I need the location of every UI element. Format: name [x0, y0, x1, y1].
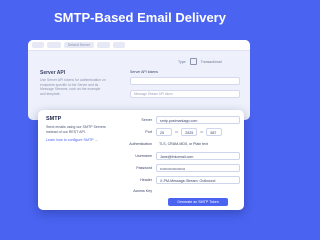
header-field[interactable]: X-PM-Message-Stream: Outbound: [156, 176, 240, 184]
header-row: Header X-PM-Message-Stream: Outbound: [116, 176, 240, 184]
username-field[interactable]: Jane@fmicenail.com: [156, 152, 240, 160]
port-row: Port 25 or 2525 or 587: [116, 128, 240, 136]
password-label: Password: [136, 166, 152, 170]
auth-value: TLS, CRAM-MD5, or Plain text: [159, 142, 208, 146]
server-api-description: Use Server API tokens for authentication…: [40, 78, 106, 96]
auth-row: Authentication TLS, CRAM-MD5, or Plain t…: [116, 140, 240, 148]
server-label: Server: [141, 118, 152, 122]
background-app-window: Default Server Type Transactional Server…: [28, 40, 250, 120]
topbar-cell[interactable]: [32, 42, 44, 48]
message-stream-token-input[interactable]: Message Stream API token: [130, 90, 240, 98]
topbar-cell[interactable]: [46, 42, 61, 48]
server-row: Server smtp.postmarkapp.com: [116, 116, 240, 124]
port-field-3[interactable]: 587: [206, 128, 223, 136]
app-topbar: Default Server: [28, 40, 250, 51]
type-label: Type: [178, 59, 186, 64]
page-title: SMTP-Based Email Delivery: [54, 10, 226, 25]
header-label: Header: [140, 178, 152, 182]
smtp-heading: SMTP: [46, 116, 62, 122]
smtp-description: Send emails using our SMTP Servers inste…: [46, 125, 106, 134]
server-api-section: Server API Use Server API tokens for aut…: [40, 70, 106, 96]
access-key-label: Access Key: [133, 189, 152, 193]
smtp-info: SMTP Send emails using our SMTP Servers …: [46, 116, 112, 142]
type-value: Transactional: [200, 59, 222, 64]
type-row: Type Transactional: [178, 58, 221, 65]
server-api-token-input[interactable]: [130, 77, 240, 85]
auth-label: Authentication: [129, 142, 152, 146]
server-field[interactable]: smtp.postmarkapp.com: [156, 116, 240, 124]
topbar-cell[interactable]: [112, 42, 125, 48]
type-checkbox[interactable]: [189, 58, 197, 65]
generate-smtp-token-button[interactable]: Generate an SMTP Token: [168, 198, 228, 206]
password-field[interactable]: ••••••••••••••••••••: [156, 164, 240, 172]
username-label: Username: [135, 154, 152, 158]
port-separator: or: [200, 130, 204, 134]
server-api-tokens-label: Server API tokens: [130, 70, 159, 74]
port-separator: or: [175, 130, 179, 134]
topbar-server-tab[interactable]: Default Server: [63, 42, 95, 48]
server-api-tokens: Server API tokens Message Stream API tok…: [130, 70, 240, 103]
server-api-heading: Server API: [40, 70, 66, 76]
password-row: Password ••••••••••••••••••••: [116, 164, 240, 172]
port-field-2[interactable]: 2525: [181, 128, 198, 136]
access-key-row: Access Key: [116, 187, 240, 195]
smtp-settings-card: SMTP Send emails using our SMTP Servers …: [38, 110, 244, 210]
topbar-cell[interactable]: [97, 42, 110, 48]
port-field-1[interactable]: 25: [156, 128, 172, 136]
username-row: Username Jane@fmicenail.com: [116, 152, 240, 160]
smtp-help-link[interactable]: Learn how to configure SMTP →: [46, 138, 112, 142]
port-label: Port: [145, 130, 152, 134]
